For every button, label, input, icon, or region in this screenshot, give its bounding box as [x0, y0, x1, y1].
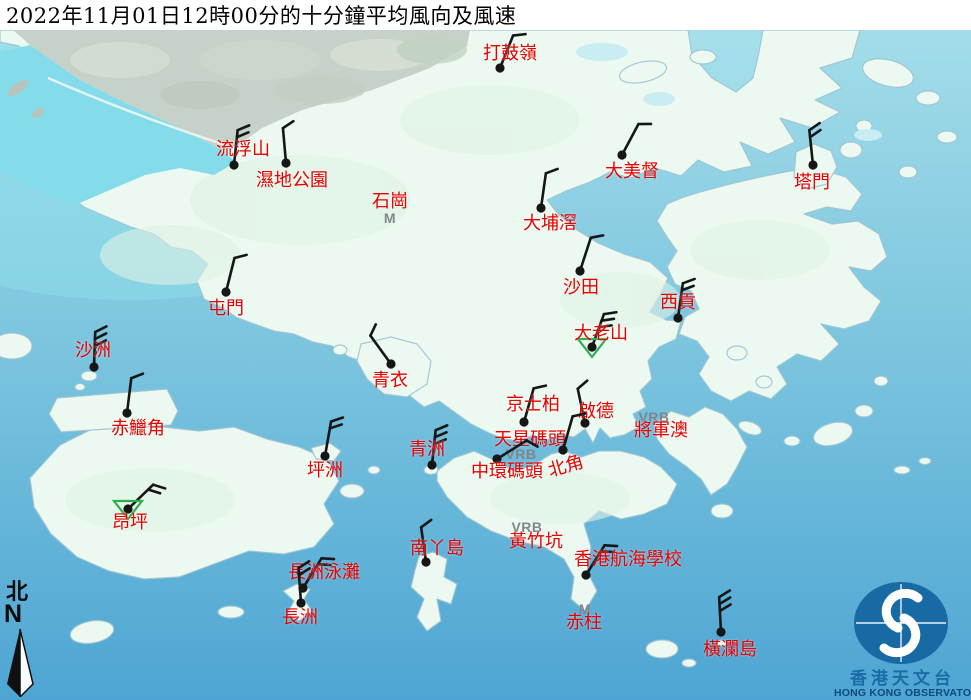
- wind-barb-tap-mun-icon: [763, 115, 863, 215]
- wind-barb-tuen-mun-icon: [176, 242, 276, 342]
- wind-barb-ngong-ping-icon: [78, 459, 178, 559]
- station-green-island-label: 青洲: [409, 441, 445, 459]
- north-compass: 北 N: [2, 581, 42, 697]
- map-title: 2022年11月01日12時00分的十分鐘平均風向及風速: [0, 0, 516, 30]
- weather-map-frame: 打鼓嶺流浮山濕地公園M石崗大美督塔門大埔滘沙田西貢大老山屯門沙洲赤鱲角青衣京士柏…: [0, 0, 971, 700]
- compass-north-letter: N: [4, 603, 42, 627]
- station-dot: [386, 359, 395, 368]
- hko-logo-english: HONG KONG OBSERVATORY: [834, 688, 971, 700]
- station-tseung-kwan-o-label: 將軍澳: [634, 422, 688, 440]
- station-wetland-park-label: 濕地公園: [256, 172, 328, 190]
- wind-barb-cheung-chau-icon: [251, 553, 351, 653]
- station-stanley-label: 赤柱: [566, 614, 602, 632]
- station-dot: [427, 460, 436, 469]
- station-shek-kong-label: 石崗: [372, 193, 408, 211]
- station-sha-chau-label: 沙洲: [75, 342, 111, 360]
- wind-barb-ta-kwu-ling-icon: [450, 18, 550, 118]
- wind-barb-wetland-park-icon: [236, 113, 336, 213]
- station-tap-mun-label: 塔門: [794, 174, 830, 192]
- station-tai-mei-tuk-label: 大美督: [605, 163, 659, 181]
- station-dot: [536, 203, 545, 212]
- station-dot: [575, 266, 584, 275]
- station-lamma-island-label: 南丫島: [410, 540, 464, 558]
- hko-logo-icon: [834, 580, 971, 668]
- hko-logo-chinese: 香港天文台: [834, 671, 971, 688]
- stations-layer: 打鼓嶺流浮山濕地公園M石崗大美督塔門大埔滘沙田西貢大老山屯門沙洲赤鱲角青衣京士柏…: [0, 0, 971, 700]
- station-ngong-ping-label: 昂坪: [112, 514, 148, 532]
- station-tates-cairn-label: 大老山: [574, 325, 628, 343]
- station-dot: [581, 570, 590, 579]
- station-dot: [122, 408, 131, 417]
- station-tuen-mun-label: 屯門: [208, 300, 244, 318]
- station-sai-kung-label: 西貢: [660, 294, 696, 312]
- station-dot: [673, 313, 682, 322]
- station-dot: [808, 160, 817, 169]
- hko-logo: 香港天文台 HONG KONG OBSERVATORY: [834, 580, 971, 700]
- wind-barb-sai-kung-icon: [628, 268, 728, 368]
- station-chek-lap-kok-label: 赤鱲角: [111, 420, 165, 438]
- station-shek-kong-m-flag: M: [384, 211, 396, 225]
- wind-barb-chek-lap-kok-icon: [77, 363, 177, 463]
- station-dot: [281, 158, 290, 167]
- station-cheung-chau-label: 長洲: [282, 609, 318, 627]
- station-dot: [558, 445, 567, 454]
- station-sha-tin-label: 沙田: [563, 279, 599, 297]
- wind-barb-waglan-island-icon: [671, 582, 771, 682]
- station-tsing-yi-label: 青衣: [372, 372, 408, 390]
- station-dot: [716, 627, 725, 636]
- wind-barb-green-island-icon: [382, 415, 482, 515]
- station-waglan-island-label: 橫瀾島: [703, 641, 757, 659]
- wind-barb-tsing-yi-icon: [341, 314, 441, 414]
- wind-barb-peng-chau-icon: [275, 406, 375, 506]
- station-dot: [221, 287, 230, 296]
- station-ta-kwu-ling-label: 打鼓嶺: [483, 45, 537, 63]
- station-dot: [495, 63, 504, 72]
- station-dot: [617, 150, 626, 159]
- wind-barb-lamma-island-icon: [376, 512, 476, 612]
- station-peng-chau-label: 坪洲: [307, 462, 343, 480]
- station-hk-sea-school-label: 香港航海學校: [574, 551, 682, 569]
- wind-barb-north-point-icon: [513, 400, 613, 500]
- title-bar: 2022年11月01日12時00分的十分鐘平均風向及風速: [0, 0, 971, 30]
- compass-needle-icon: [2, 627, 38, 697]
